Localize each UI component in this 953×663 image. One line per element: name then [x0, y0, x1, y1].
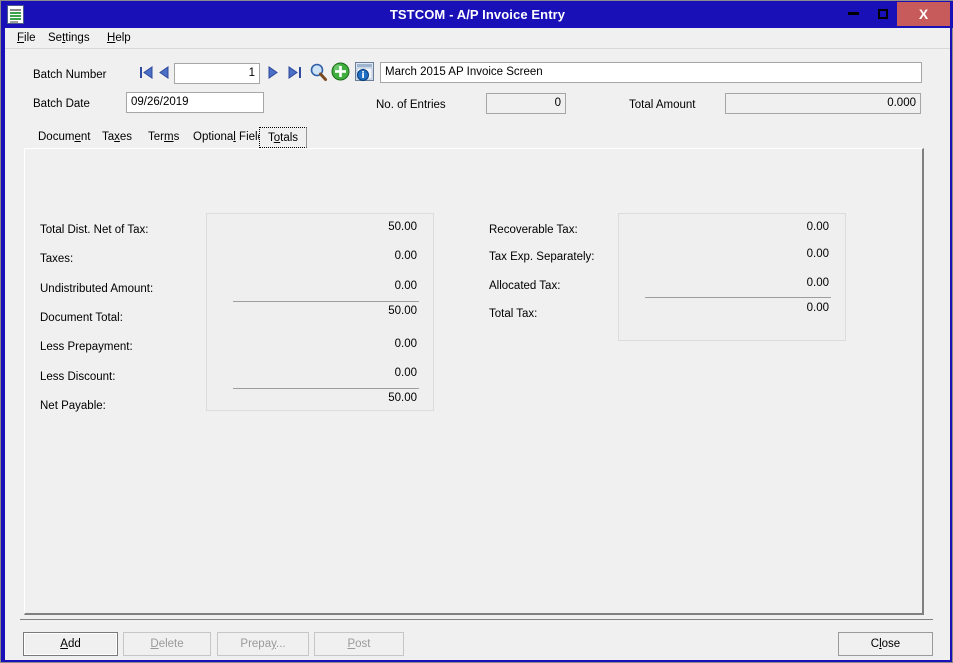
value-tax-exp-separately: 0.00 [806, 248, 829, 260]
value-taxes: 0.00 [394, 250, 417, 262]
value-total-tax: 0.00 [806, 302, 829, 314]
close-window-button[interactable]: X [897, 2, 950, 26]
value-net-payable: 50.00 [388, 392, 417, 404]
delete-post: elete [158, 638, 184, 650]
tab-terms-accel: m [163, 131, 174, 143]
tab-totals-post: tals [280, 132, 299, 144]
menu-item-file[interactable]: File [12, 30, 41, 47]
label-total-tax: Total Tax: [489, 308, 538, 320]
label-taxes: Taxes: [40, 253, 74, 265]
value-total-dist-net-of-tax: 50.00 [388, 221, 417, 233]
label-tax-exp-separately: Tax Exp. Separately: [489, 251, 595, 263]
menu-file-post: ile [24, 32, 36, 44]
delete-accel: D [150, 638, 159, 650]
tab-totals[interactable]: Totals [259, 127, 308, 148]
add-accel: A [60, 638, 68, 650]
tab-terms-post: s [173, 131, 180, 143]
tab-taxes[interactable]: Taxes [94, 127, 142, 148]
close-pre: C [870, 638, 880, 650]
minimize-button[interactable] [839, 1, 867, 25]
prepay-button[interactable]: Prepay... [217, 632, 309, 656]
batch-number-input[interactable]: 1 [174, 63, 260, 84]
post-accel: P [347, 638, 356, 650]
add-button[interactable]: Add [23, 632, 118, 656]
application-window: TSTCOM - A/P Invoice Entry X File Settin… [0, 0, 953, 663]
tab-taxes-post: es [119, 131, 133, 143]
menu-settings-pre: Se [48, 32, 63, 44]
tab-strip: Document Taxes Terms Optional Fields Tot… [30, 127, 930, 149]
value-undistributed-amount: 0.00 [394, 280, 417, 292]
value-allocated-tax: 0.00 [806, 277, 829, 289]
delete-button[interactable]: Delete [123, 632, 211, 656]
prepay-pre: Prepa [240, 638, 272, 650]
value-less-discount: 0.00 [394, 367, 417, 379]
batch-date-input[interactable]: 09/26/2019 [126, 92, 264, 113]
go-to-first-icon[interactable] [138, 63, 156, 83]
new-plus-icon[interactable] [331, 62, 352, 83]
batch-description-input[interactable]: March 2015 AP Invoice Screen [380, 62, 922, 83]
close-button[interactable]: Close [838, 632, 933, 656]
tab-taxes-pre: Ta [102, 131, 115, 143]
label-document-total: Document Total: [40, 312, 123, 324]
number-of-entries-value: 0 [486, 93, 566, 114]
maximize-button[interactable] [869, 1, 897, 25]
menu-file-accel: F [17, 32, 25, 44]
label-less-discount: Less Discount: [40, 371, 116, 383]
total-amount-value: 0.000 [725, 93, 921, 114]
rule-above-document-total [233, 301, 419, 302]
menu-help-post: elp [115, 32, 131, 44]
add-post: dd [67, 638, 81, 650]
zoom-data-info-icon[interactable] [355, 62, 376, 83]
tab-terms[interactable]: Terms [140, 127, 189, 148]
tab-document-pre: Docum [38, 131, 75, 143]
maximize-icon [878, 8, 888, 19]
batch-number-label: Batch Number [33, 69, 107, 81]
label-recoverable-tax: Recoverable Tax: [489, 224, 578, 236]
window-title: TSTCOM - A/P Invoice Entry [389, 7, 566, 22]
batch-date-label: Batch Date [33, 98, 90, 110]
prepay-post: ... [276, 638, 286, 650]
label-allocated-tax: Allocated Tax: [489, 280, 561, 292]
post-post: ost [355, 638, 371, 650]
menu-settings-post: tings [65, 32, 90, 44]
go-to-previous-icon[interactable] [155, 63, 173, 83]
label-undistributed-amount: Undistributed Amount: [40, 283, 154, 295]
title-bar[interactable]: TSTCOM - A/P Invoice Entry X [1, 1, 953, 28]
rule-above-total-tax [645, 297, 831, 298]
rule-above-net-payable [233, 388, 419, 389]
tab-document[interactable]: Document [30, 127, 100, 148]
client-area: Batch Number Batch Date No. of Entries T… [5, 49, 950, 660]
close-post: ose [881, 638, 901, 650]
post-button[interactable]: Post [314, 632, 404, 656]
menu-item-help[interactable]: Help [102, 30, 136, 47]
value-document-total: 50.00 [388, 305, 417, 317]
magnifier-finder-icon[interactable] [308, 62, 329, 83]
menu-item-settings[interactable]: Settings [43, 30, 95, 47]
value-less-prepayment: 0.00 [394, 338, 417, 350]
label-total-dist-net-of-tax: Total Dist. Net of Tax: [40, 224, 149, 236]
go-to-last-icon[interactable] [285, 63, 303, 83]
minimize-icon [847, 12, 859, 16]
button-bar-separator [20, 619, 933, 620]
value-recoverable-tax: 0.00 [806, 221, 829, 233]
go-to-next-icon[interactable] [264, 63, 282, 83]
entries-label: No. of Entries [376, 99, 446, 111]
totals-tab-panel: Total Dist. Net of Tax: Taxes: Undistrib… [24, 148, 924, 615]
tab-terms-pre: Ter [148, 131, 164, 143]
menu-bar: File Settings Help [5, 28, 950, 49]
total-amount-label: Total Amount [629, 99, 696, 111]
tab-document-post: nt [80, 131, 91, 143]
label-less-prepayment: Less Prepayment: [40, 341, 133, 353]
label-net-payable: Net Payable: [40, 400, 106, 412]
tab-optional-pre: Optiona [193, 131, 234, 143]
